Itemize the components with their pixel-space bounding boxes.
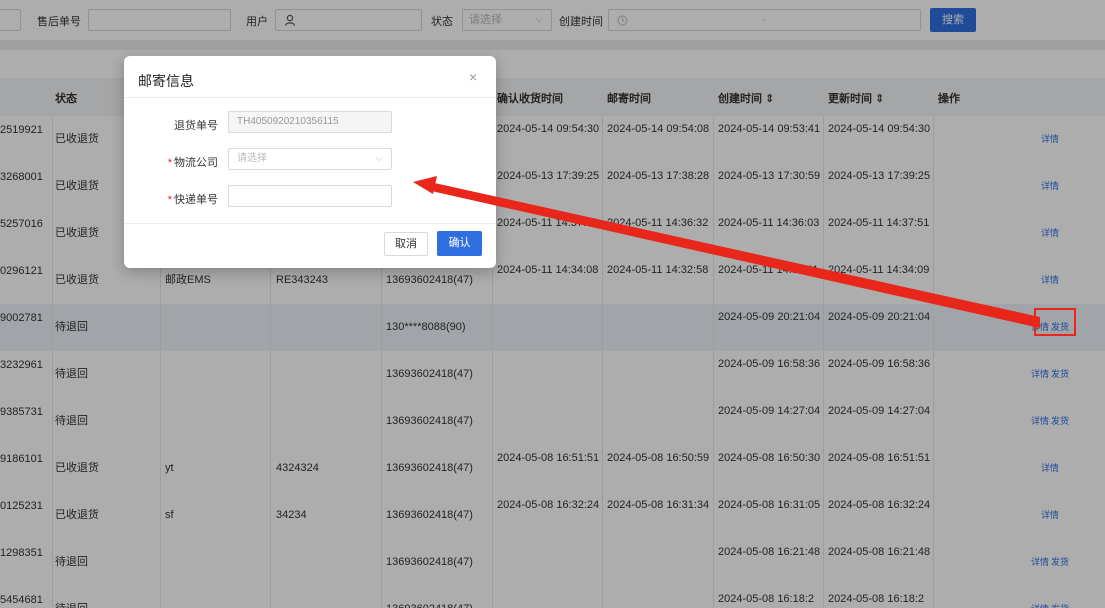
page: 售后单号 用户 状态 请选择 ⌵ 创建时间 - 搜索 ⤓ 状态 确认收货	[0, 0, 1105, 608]
annotation-arrow	[413, 176, 1040, 328]
